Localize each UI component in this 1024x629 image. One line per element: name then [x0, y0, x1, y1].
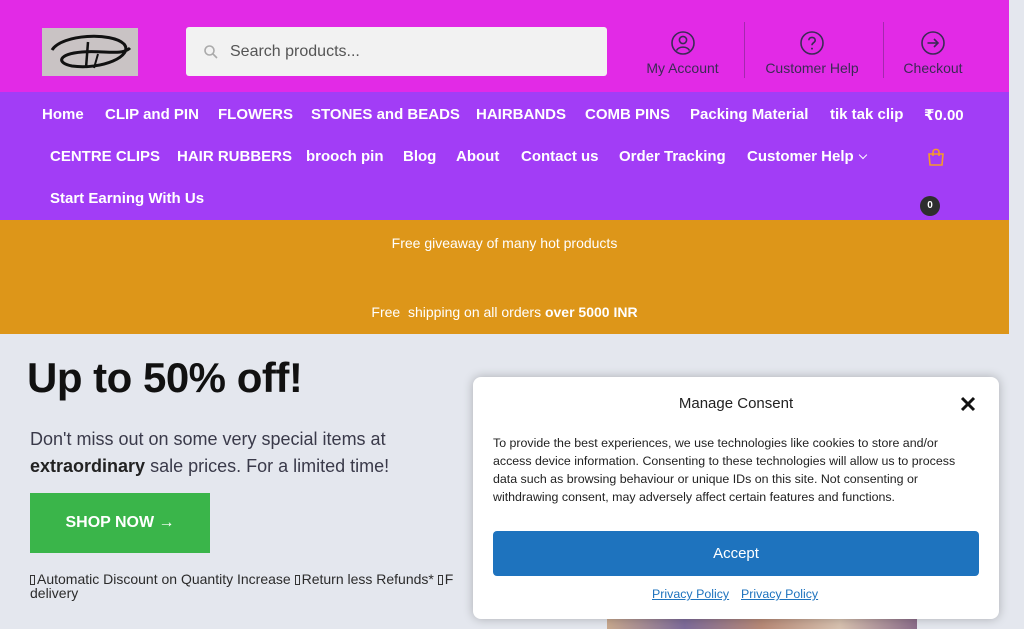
- shopping-bag-icon[interactable]: [926, 147, 946, 167]
- consent-title: Manage Consent: [678, 395, 794, 412]
- hero-text-emphasis: extraordinary: [30, 456, 146, 476]
- feature-delivery: delivery: [30, 585, 79, 601]
- hero-text-start: Don't miss out on some very special item…: [30, 429, 386, 449]
- cookie-consent-dialog: Manage Consent To provide the best exper…: [473, 377, 999, 619]
- header-divider: [744, 22, 745, 78]
- cart-count-badge: 0: [920, 196, 940, 216]
- search-icon[interactable]: [203, 44, 219, 60]
- nav-item-blog[interactable]: Blog: [403, 148, 436, 165]
- site-logo[interactable]: [42, 28, 138, 76]
- nav-item-start-earning[interactable]: Start Earning With Us: [50, 190, 204, 207]
- nav-item-customer-help[interactable]: Customer Help: [747, 148, 867, 165]
- nav-item-about[interactable]: About: [456, 148, 499, 165]
- hero-title: Up to 50% off!: [27, 354, 303, 401]
- feature-bullet-icon: [294, 575, 300, 585]
- chevron-down-icon: [858, 150, 867, 160]
- help-circle-icon: [800, 31, 824, 55]
- nav-item-contact-us[interactable]: Contact us: [521, 148, 599, 165]
- checkout-link[interactable]: Checkout: [899, 30, 967, 80]
- feature-truncated: F: [444, 572, 454, 587]
- shipping-text: Free shipping on all orders: [371, 304, 545, 320]
- promo-banner: Free giveaway of many hot products Free …: [0, 220, 1009, 334]
- feature-bullet-icon: [437, 575, 443, 585]
- privacy-policy-link[interactable]: Privacy Policy: [741, 587, 818, 601]
- logo-mark: [50, 34, 132, 69]
- feature-list: Automatic Discount on Quantity Increase …: [30, 572, 475, 604]
- nav-item-customer-help-label: Customer Help: [747, 148, 854, 165]
- nav-item-centre-clips[interactable]: CENTRE CLIPS: [50, 148, 160, 165]
- accept-button[interactable]: Accept: [493, 531, 979, 576]
- nav-item-hair-rubbers[interactable]: HAIR RUBBERS: [177, 148, 292, 165]
- site-header: My Account Customer Help Checkout: [0, 0, 1009, 92]
- promo-line-giveaway: Free giveaway of many hot products: [391, 235, 618, 251]
- nav-item-tik-tak-clip[interactable]: tik tak clip: [830, 106, 903, 123]
- hero-description: Don't miss out on some very special item…: [30, 426, 470, 480]
- nav-item-flowers[interactable]: FLOWERS: [218, 106, 293, 123]
- shipping-threshold: over 5000 INR: [544, 304, 638, 320]
- privacy-policy-link[interactable]: Privacy Policy: [652, 587, 729, 601]
- search-input[interactable]: [230, 39, 590, 65]
- search-bar: [186, 27, 607, 76]
- customer-help-link[interactable]: Customer Help: [760, 30, 864, 80]
- arrow-circle-icon: [921, 31, 945, 55]
- nav-item-comb-pins[interactable]: COMB PINS: [585, 106, 670, 123]
- promo-line-shipping: Free shipping on all orders over 5000 IN…: [0, 304, 1009, 320]
- cart-total[interactable]: ₹0.00: [924, 106, 964, 124]
- nav-item-brooch-pin[interactable]: brooch pin: [306, 148, 384, 165]
- nav-item-stones-and-beads[interactable]: STONES and BEADS: [311, 106, 460, 123]
- header-divider: [883, 22, 884, 78]
- checkout-label: Checkout: [903, 60, 963, 76]
- close-icon[interactable]: [958, 394, 978, 414]
- nav-item-clip-and-pin[interactable]: CLIP and PIN: [105, 106, 199, 123]
- feature-bullet-icon: [30, 575, 35, 585]
- my-account-label: My Account: [646, 60, 719, 76]
- main-navigation: Home CLIP and PIN FLOWERS STONES and BEA…: [0, 92, 1009, 220]
- nav-item-packing-material[interactable]: Packing Material: [690, 106, 808, 123]
- customer-help-label: Customer Help: [765, 60, 859, 76]
- nav-item-home[interactable]: Home: [42, 106, 84, 123]
- shop-now-button[interactable]: SHOP NOW →: [30, 493, 210, 553]
- consent-message: To provide the best experiences, we use …: [493, 436, 956, 504]
- account-circle-icon: [670, 31, 695, 55]
- hero-text-end: sale prices. For a limited time!: [145, 456, 390, 476]
- feature-refunds: Return less Refunds*: [301, 572, 438, 587]
- nav-item-order-tracking[interactable]: Order Tracking: [619, 148, 726, 165]
- nav-item-hairbands[interactable]: HAIRBANDS: [476, 106, 566, 123]
- my-account-link[interactable]: My Account: [640, 30, 725, 80]
